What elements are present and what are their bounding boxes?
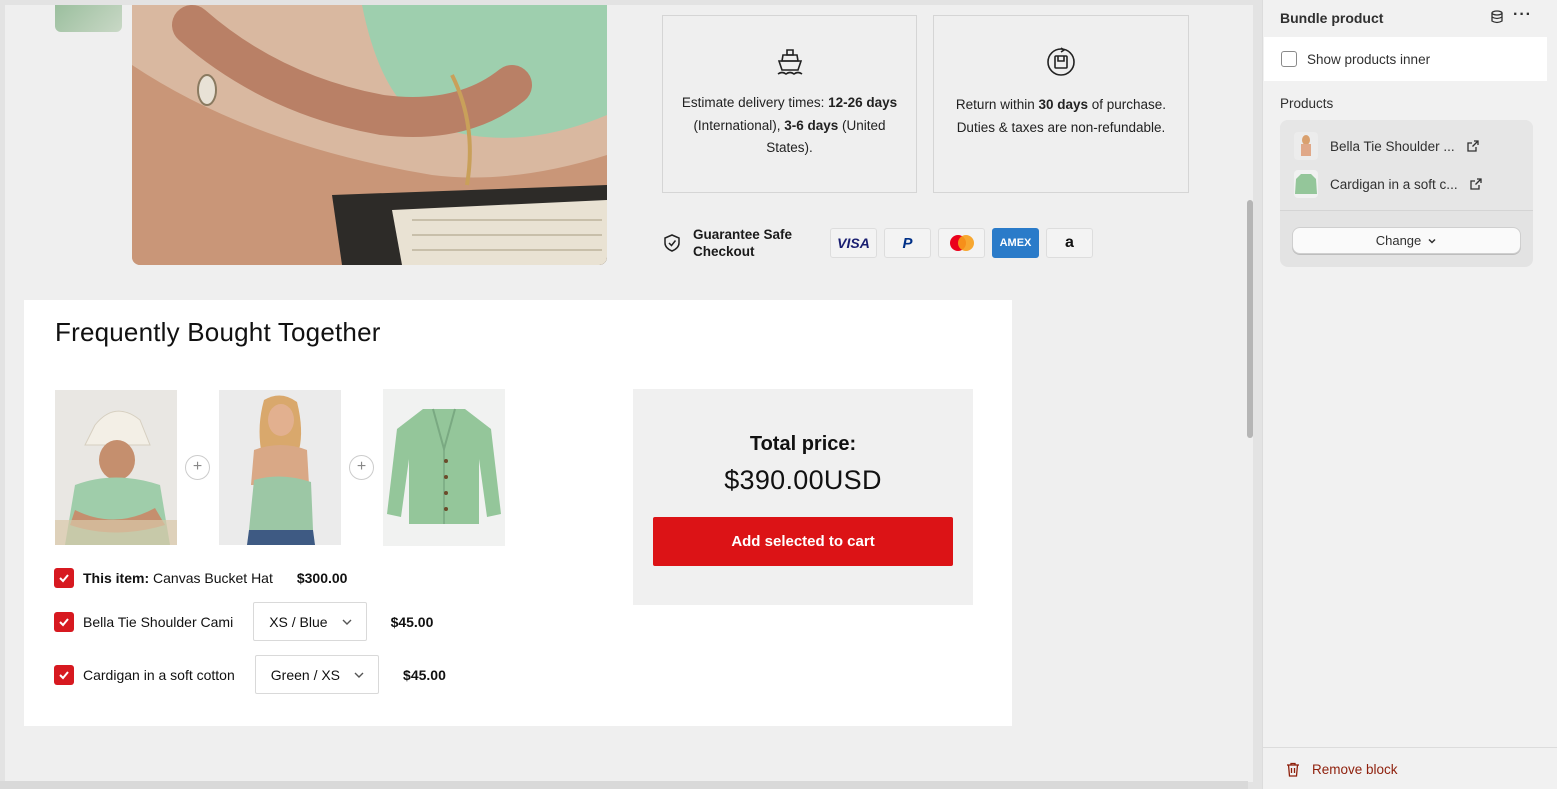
product-name: Cardigan in a soft c...	[1330, 176, 1458, 192]
item-checkbox[interactable]	[54, 664, 74, 685]
return-info-card: Return within 30 days of purchase. Dutie…	[933, 15, 1189, 193]
variant-value: XS / Blue	[269, 613, 328, 630]
item-price: $300.00	[296, 570, 348, 586]
item-price: $45.00	[403, 666, 446, 683]
fbt-item-row: Bella Tie Shoulder Cami XS / Blue $45.00	[54, 602, 433, 641]
panel-title: Bundle product	[1280, 10, 1384, 26]
change-products-button[interactable]: Change	[1292, 227, 1521, 254]
products-label: Products	[1280, 96, 1334, 111]
external-link-icon[interactable]	[1466, 140, 1479, 152]
product-image-bella-cami[interactable]	[219, 390, 341, 545]
show-products-inner-label: Show products inner	[1307, 51, 1431, 67]
add-selected-to-cart-button[interactable]: Add selected to cart	[653, 517, 953, 566]
product-list-item[interactable]: Bella Tie Shoulder ...	[1294, 132, 1479, 160]
change-label: Change	[1375, 233, 1422, 248]
ship-icon	[777, 49, 802, 75]
show-products-inner-checkbox[interactable]	[1281, 51, 1297, 67]
fbt-item-row: Cardigan in a soft cotton Green / XS $45…	[54, 655, 446, 694]
block-settings-panel: Bundle product ··· Show products inner P…	[1262, 0, 1557, 789]
gallery-thumbnail[interactable]	[55, 5, 122, 32]
fbt-title: Frequently Bought Together	[55, 317, 381, 347]
plus-icon: +	[349, 455, 374, 480]
item-checkbox[interactable]	[54, 611, 74, 632]
fbt-item-row: This item: Canvas Bucket Hat $300.00	[54, 568, 347, 588]
delivery-text: Estimate delivery times: 12-26 days (Int…	[681, 95, 898, 155]
preview-horizontal-scrollbar[interactable]	[0, 781, 1248, 789]
chevron-down-icon	[1428, 238, 1436, 244]
total-label: Total price:	[749, 433, 857, 455]
frequently-bought-together-block[interactable]: Frequently Bought Together + + This item…	[24, 300, 1012, 726]
remove-block-label: Remove block	[1312, 762, 1398, 777]
guarantee-label: Guarantee Safe Checkout	[693, 227, 793, 259]
variant-select[interactable]: Green / XS	[254, 655, 380, 694]
product-name: Bella Tie Shoulder ...	[1330, 138, 1455, 154]
item-checkbox[interactable]	[54, 568, 74, 588]
products-picker: Bella Tie Shoulder ... Cardigan in a sof…	[1280, 120, 1533, 267]
paypal-icon: P	[884, 228, 931, 258]
return-text: Return within 30 days of purchase. Dutie…	[955, 97, 1167, 135]
chevron-down-icon	[342, 619, 352, 625]
external-link-icon[interactable]	[1469, 178, 1482, 190]
item-name: This item: Canvas Bucket Hat	[83, 570, 273, 586]
show-products-inner-option[interactable]: Show products inner	[1264, 37, 1547, 81]
item-name: Cardigan in a soft cotton	[83, 666, 235, 683]
preview-canvas: Estimate delivery times: 12-26 days (Int…	[0, 0, 1262, 789]
payment-methods: VISA P AMEX a	[830, 228, 1093, 258]
guarantee-safe-checkout: Guarantee Safe Checkout	[662, 226, 803, 260]
amazon-pay-icon: a	[1046, 228, 1093, 258]
total-price-box: Total price: $390.00USD Add selected to …	[633, 389, 973, 605]
visa-icon: VISA	[830, 228, 877, 258]
product-thumbnail	[1294, 132, 1318, 160]
amex-icon: AMEX	[992, 228, 1039, 258]
product-image-bucket-hat[interactable]	[55, 390, 177, 545]
panel-footer: Remove block	[1263, 747, 1557, 789]
item-price: $45.00	[390, 613, 434, 630]
total-value: $390.00USD	[724, 465, 882, 495]
more-options-icon[interactable]: ···	[1513, 7, 1531, 25]
variant-select[interactable]: XS / Blue	[253, 602, 367, 641]
shield-check-icon	[664, 234, 680, 252]
chevron-down-icon	[354, 672, 364, 678]
variant-value: Green / XS	[270, 666, 341, 683]
plus-icon: +	[185, 455, 210, 480]
remove-block-button[interactable]: Remove block	[1286, 762, 1398, 777]
product-image-cardigan[interactable]	[383, 389, 505, 546]
trash-icon	[1287, 762, 1299, 777]
product-main-image	[132, 5, 607, 265]
products-list: Bella Tie Shoulder ... Cardigan in a sof…	[1280, 120, 1533, 211]
preview-scrollbar[interactable]	[1247, 200, 1253, 438]
return-box-icon	[1047, 47, 1075, 76]
product-list-item[interactable]: Cardigan in a soft c...	[1294, 170, 1482, 198]
delivery-info-card: Estimate delivery times: 12-26 days (Int…	[662, 15, 917, 193]
database-icon[interactable]	[1490, 10, 1504, 24]
mastercard-icon	[938, 228, 985, 258]
product-thumbnail	[1294, 170, 1318, 198]
item-name: Bella Tie Shoulder Cami	[83, 613, 234, 630]
